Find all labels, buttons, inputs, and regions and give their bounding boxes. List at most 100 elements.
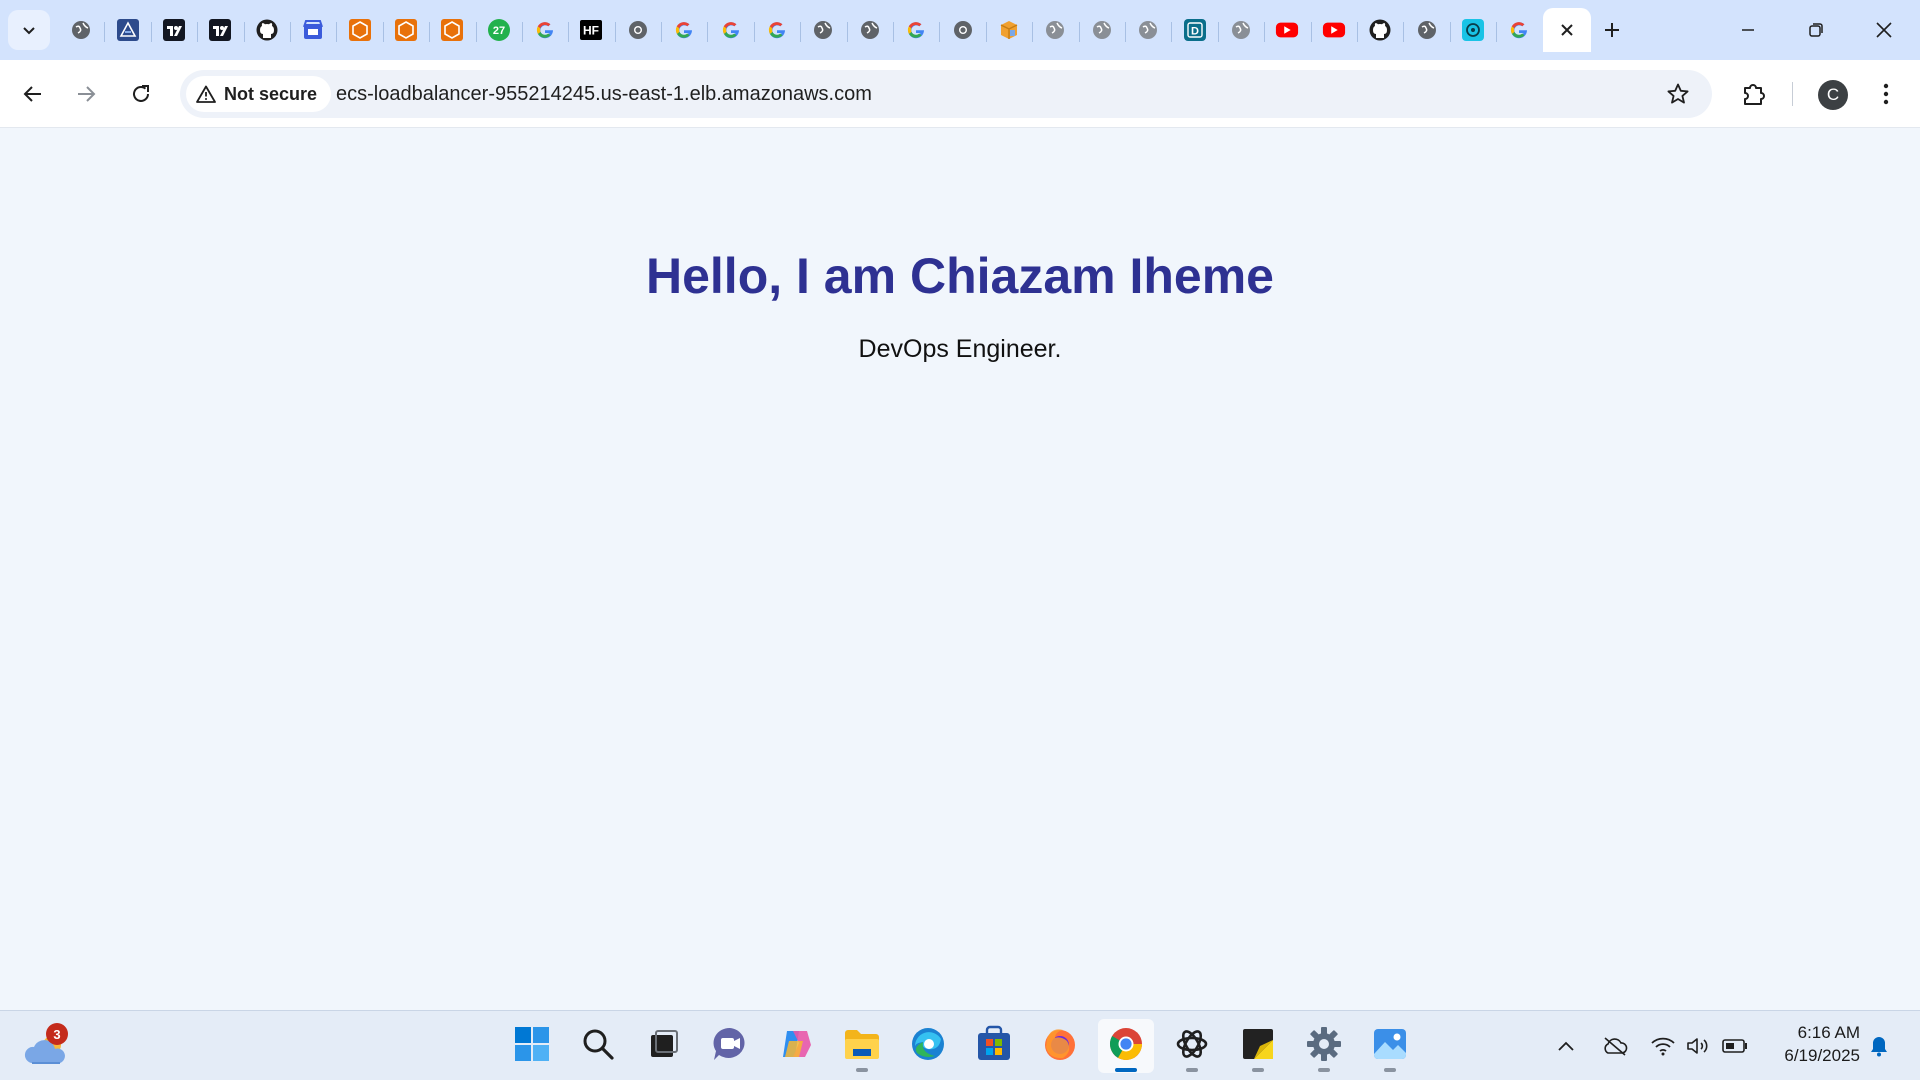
browser-tab[interactable]	[1264, 8, 1310, 52]
browser-toolbar: Not secure ecs-loadbalancer-955214245.us…	[0, 60, 1920, 128]
browser-tab[interactable]	[1032, 8, 1078, 52]
clock[interactable]: 6:16 AM 6/19/2025	[1760, 1021, 1860, 1067]
running-indicator	[856, 1068, 868, 1072]
firefox-icon	[1041, 1025, 1079, 1068]
restore-icon	[1809, 23, 1823, 37]
profile-avatar[interactable]: C	[1818, 80, 1848, 110]
sticky-notes-icon	[1240, 1026, 1276, 1067]
browser-tab[interactable]	[846, 8, 893, 52]
browser-tab[interactable]	[707, 8, 753, 52]
svg-text:27: 27	[493, 25, 505, 37]
browser-tab[interactable]	[243, 8, 290, 52]
onedrive-status[interactable]	[1598, 1011, 1632, 1080]
tradingview-icon	[208, 18, 232, 42]
wifi-icon	[1651, 1037, 1675, 1056]
store-app[interactable]	[966, 1019, 1022, 1073]
chatgpt-app[interactable]	[1164, 1019, 1220, 1073]
browser-tab[interactable]	[150, 8, 197, 52]
tab-list: 27 HF D	[58, 8, 1591, 52]
back-button[interactable]	[13, 74, 53, 114]
close-icon[interactable]	[1555, 18, 1579, 42]
volume-status[interactable]	[1682, 1011, 1716, 1080]
restore-button[interactable]	[1782, 0, 1850, 60]
browser-tab[interactable]	[1496, 8, 1542, 52]
minimize-icon	[1742, 29, 1754, 31]
aws-orange-icon	[440, 18, 464, 42]
openai-cyan-icon	[1461, 18, 1485, 42]
photos-app[interactable]	[1362, 1019, 1418, 1073]
browser-tab[interactable]	[521, 8, 568, 52]
chat-app[interactable]	[702, 1019, 758, 1073]
settings-app[interactable]	[1296, 1019, 1352, 1073]
menu-button[interactable]	[1866, 74, 1906, 114]
close-icon	[1876, 22, 1892, 38]
security-chip[interactable]: Not secure	[186, 76, 332, 112]
address-bar[interactable]: Not secure ecs-loadbalancer-955214245.us…	[180, 70, 1712, 118]
bookmark-button[interactable]	[1662, 78, 1694, 110]
task-view-button[interactable]	[636, 1019, 692, 1073]
tab-search-button[interactable]	[8, 10, 50, 50]
url-text[interactable]: ecs-loadbalancer-955214245.us-east-1.elb…	[336, 70, 872, 118]
extensions-button[interactable]	[1734, 74, 1774, 114]
globe-icon	[1415, 18, 1439, 42]
browser-tab[interactable]	[429, 8, 475, 52]
search-button[interactable]	[570, 1019, 626, 1073]
google-icon	[719, 18, 743, 42]
copilot-app[interactable]	[768, 1019, 824, 1073]
browser-tab[interactable]	[58, 8, 104, 52]
sticky-notes-app[interactable]	[1230, 1019, 1286, 1073]
photos-icon	[1371, 1026, 1409, 1067]
d-app-icon: D	[1183, 18, 1207, 42]
start-button[interactable]	[504, 1019, 560, 1073]
edge-app[interactable]	[900, 1019, 956, 1073]
globe-icon	[811, 18, 835, 42]
browser-tab[interactable]: 27	[475, 8, 522, 52]
browser-tab[interactable]	[1403, 8, 1449, 52]
browser-tab[interactable]	[753, 8, 800, 52]
google-icon	[672, 18, 696, 42]
browser-tab[interactable]: D	[1171, 8, 1217, 52]
notifications-button[interactable]	[1864, 1011, 1894, 1080]
show-hidden-icons-button[interactable]	[1552, 1011, 1580, 1080]
svg-text:D: D	[1191, 26, 1199, 38]
cloudformation-icon	[116, 18, 140, 42]
minimize-button[interactable]	[1714, 0, 1782, 60]
browser-tab[interactable]	[939, 8, 985, 52]
browser-tab[interactable]	[1356, 8, 1403, 52]
browser-tab[interactable]	[1310, 8, 1357, 52]
close-window-button[interactable]	[1850, 0, 1918, 60]
windows-icon	[513, 1025, 551, 1068]
google-icon	[533, 18, 557, 42]
weather-widget[interactable]: 3	[24, 1023, 72, 1069]
browser-tab[interactable]	[661, 8, 707, 52]
store-icon	[975, 1025, 1013, 1068]
browser-tab[interactable]	[336, 8, 382, 52]
browser-tab[interactable]	[197, 8, 243, 52]
browser-tab[interactable]	[1124, 8, 1171, 52]
browser-tab[interactable]	[893, 8, 939, 52]
battery-status[interactable]	[1718, 1011, 1752, 1080]
taskbar: 3 6:16 AM 6/19/2025	[0, 1010, 1920, 1080]
notification-badge: 3	[46, 1023, 68, 1045]
reload-button[interactable]	[121, 74, 161, 114]
wifi-status[interactable]	[1646, 1011, 1680, 1080]
browser-tab[interactable]	[1217, 8, 1264, 52]
bell-icon	[1871, 1037, 1887, 1057]
browser-tab[interactable]	[382, 8, 429, 52]
browser-tab[interactable]	[289, 8, 336, 52]
browser-tab[interactable]	[800, 8, 846, 52]
browser-tab[interactable]	[1449, 8, 1496, 52]
forward-button[interactable]	[66, 74, 106, 114]
browser-tab[interactable]	[104, 8, 150, 52]
globe-icon	[858, 18, 882, 42]
browser-tab[interactable]	[614, 8, 661, 52]
chat-icon	[711, 1025, 749, 1068]
browser-tab[interactable]: HF	[568, 8, 614, 52]
firefox-app[interactable]	[1032, 1019, 1088, 1073]
chrome-app[interactable]	[1098, 1019, 1154, 1073]
new-tab-button[interactable]	[1592, 10, 1632, 50]
browser-tab[interactable]	[985, 8, 1032, 52]
tab-active[interactable]	[1542, 8, 1591, 52]
file-explorer-app[interactable]	[834, 1019, 890, 1073]
browser-tab[interactable]	[1078, 8, 1125, 52]
